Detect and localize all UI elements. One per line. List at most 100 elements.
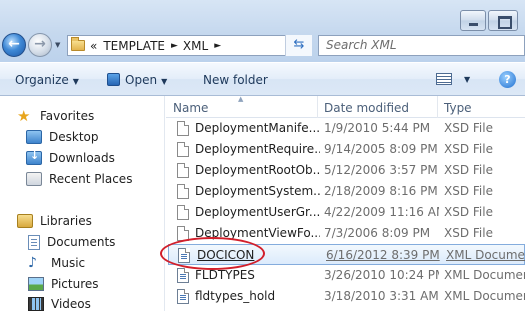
back-arrow-icon: ← xyxy=(8,36,20,52)
libraries-icon xyxy=(17,214,33,228)
forward-button[interactable]: → xyxy=(28,33,52,57)
nav-item-label: Documents xyxy=(47,235,116,249)
file-name: DeploymentManife... xyxy=(195,121,320,135)
open-button[interactable]: Open ▼ xyxy=(107,73,167,87)
breadcrumb-xml[interactable]: XML xyxy=(183,39,208,53)
open-with-icon xyxy=(107,73,120,86)
documents-icon xyxy=(28,234,40,250)
breadcrumb-chevron-icon[interactable]: ► xyxy=(171,41,178,51)
xsd-file-icon xyxy=(177,163,189,178)
file-row[interactable]: DeploymentRequire... 9/14/2005 8:09 PM X… xyxy=(166,139,525,160)
nav-libraries[interactable]: Libraries xyxy=(17,211,182,231)
file-name: DeploymentRootOb... xyxy=(195,163,320,177)
file-type: XSD File xyxy=(444,142,493,156)
file-list: ▲ Name Date modified Type DeploymentMani… xyxy=(166,96,525,311)
new-folder-button[interactable]: New folder xyxy=(203,73,268,87)
command-bar: Organize ▼ Open ▼ New folder ▼ ? xyxy=(0,62,525,96)
view-options-dropdown[interactable]: ▼ xyxy=(464,75,470,84)
file-date: 6/16/2012 8:39 PM xyxy=(326,248,440,262)
column-divider[interactable] xyxy=(437,96,438,118)
star-icon: ★ xyxy=(17,107,31,125)
file-name: fldtypes_hold xyxy=(195,289,276,303)
xsd-file-icon xyxy=(177,205,189,220)
window-titlebar: ← → ▼ « TEMPLATE ► XML ► ⇆ Search XML xyxy=(0,0,525,62)
file-type: XML Document xyxy=(446,248,525,262)
file-date: 5/12/2006 3:57 PM xyxy=(324,163,438,177)
file-date: 2/18/2009 8:16 PM xyxy=(324,184,438,198)
downloads-icon xyxy=(26,149,42,165)
file-type: XSD File xyxy=(444,184,493,198)
file-type: XSD File xyxy=(444,121,493,135)
search-input[interactable]: Search XML xyxy=(318,35,525,56)
column-header-type[interactable]: Type xyxy=(444,101,472,115)
nav-item-label: Desktop xyxy=(49,130,99,144)
file-row-selected[interactable]: DOCICON 6/16/2012 8:39 PM XML Document xyxy=(168,244,525,265)
open-label: Open xyxy=(125,73,158,87)
xml-file-icon xyxy=(178,248,190,263)
xsd-file-icon xyxy=(177,121,189,136)
column-divider[interactable] xyxy=(317,96,318,118)
file-name: DeploymentViewFo... xyxy=(195,226,320,240)
file-row[interactable]: DeploymentSystem... 2/18/2009 8:16 PM XS… xyxy=(166,181,525,202)
sort-ascending-icon: ▲ xyxy=(238,96,244,103)
nav-favorites[interactable]: ★ Favorites xyxy=(17,106,182,126)
file-name: DeploymentUserGr... xyxy=(195,205,320,219)
xsd-file-icon xyxy=(177,226,189,241)
chevron-down-icon: ▼ xyxy=(161,77,168,86)
desktop-icon xyxy=(26,130,42,144)
refresh-button[interactable]: ⇆ xyxy=(285,35,312,56)
file-date: 7/3/2006 8:09 PM xyxy=(324,226,431,240)
breadcrumb-template[interactable]: TEMPLATE xyxy=(103,39,165,53)
file-type: XML Document xyxy=(444,268,525,282)
column-header-date-modified[interactable]: Date modified xyxy=(324,101,409,115)
xml-file-icon xyxy=(177,289,189,304)
file-row[interactable]: DeploymentViewFo... 7/3/2006 8:09 PM XSD… xyxy=(166,223,525,244)
change-view-icon[interactable] xyxy=(436,73,452,85)
recent-places-icon xyxy=(26,172,42,186)
breadcrumb-overflow[interactable]: « xyxy=(90,39,97,53)
nav-item-label: Pictures xyxy=(51,277,99,291)
file-date: 3/18/2010 3:31 AM xyxy=(324,289,439,303)
folder-icon xyxy=(71,37,85,51)
recent-pages-dropdown[interactable]: ▼ xyxy=(55,41,60,49)
music-icon: ♪ xyxy=(28,255,37,271)
file-row[interactable]: FLDTYPES 3/26/2010 10:24 PM XML Document xyxy=(166,265,525,286)
column-header-bar: ▲ Name Date modified Type xyxy=(166,96,525,118)
file-row[interactable]: fldtypes_hold 3/18/2010 3:31 AM XML Docu… xyxy=(166,286,525,307)
file-date: 3/26/2010 10:24 PM xyxy=(324,268,439,282)
file-date: 4/22/2009 11:16 AM xyxy=(324,205,439,219)
column-header-name[interactable]: Name xyxy=(173,101,208,115)
file-date: 9/14/2005 8:09 PM xyxy=(324,142,438,156)
xsd-file-icon xyxy=(177,184,189,199)
breadcrumb-chevron-icon[interactable]: ► xyxy=(214,41,221,51)
nav-item-label: Recent Places xyxy=(49,172,133,186)
chevron-down-icon: ▼ xyxy=(72,77,79,86)
back-button[interactable]: ← xyxy=(2,33,26,57)
maximize-button[interactable] xyxy=(488,10,518,31)
file-type: XSD File xyxy=(444,163,493,177)
organize-button[interactable]: Organize ▼ xyxy=(15,73,79,87)
address-bar[interactable]: « TEMPLATE ► XML ► xyxy=(67,35,312,56)
file-row[interactable]: DeploymentRootOb... 5/12/2006 3:57 PM XS… xyxy=(166,160,525,181)
file-row[interactable]: DeploymentUserGr... 4/22/2009 11:16 AM X… xyxy=(166,202,525,223)
file-name: DeploymentRequire... xyxy=(195,142,320,156)
file-row[interactable]: DeploymentManife... 1/9/2010 5:44 PM XSD… xyxy=(166,118,525,139)
organize-label: Organize xyxy=(15,73,69,87)
file-type: XML Document xyxy=(444,289,525,303)
refresh-icon: ⇆ xyxy=(293,37,305,52)
help-icon[interactable]: ? xyxy=(499,71,516,88)
file-name: FLDTYPES xyxy=(195,268,255,282)
file-type: XSD File xyxy=(444,226,493,240)
pictures-icon xyxy=(28,277,44,291)
nav-item-label: Videos xyxy=(51,297,91,311)
nav-libraries-label: Libraries xyxy=(40,214,92,228)
nav-item-label: Music xyxy=(51,256,86,270)
forward-arrow-icon: → xyxy=(34,36,46,52)
file-type: XSD File xyxy=(444,205,493,219)
videos-icon xyxy=(28,297,44,311)
xml-file-icon xyxy=(177,268,189,283)
minimize-button[interactable] xyxy=(460,10,486,31)
xsd-file-icon xyxy=(177,142,189,157)
file-date: 1/9/2010 5:44 PM xyxy=(324,121,431,135)
navigation-pane: ★ Favorites Desktop Downloads Recent Pla… xyxy=(0,96,165,311)
